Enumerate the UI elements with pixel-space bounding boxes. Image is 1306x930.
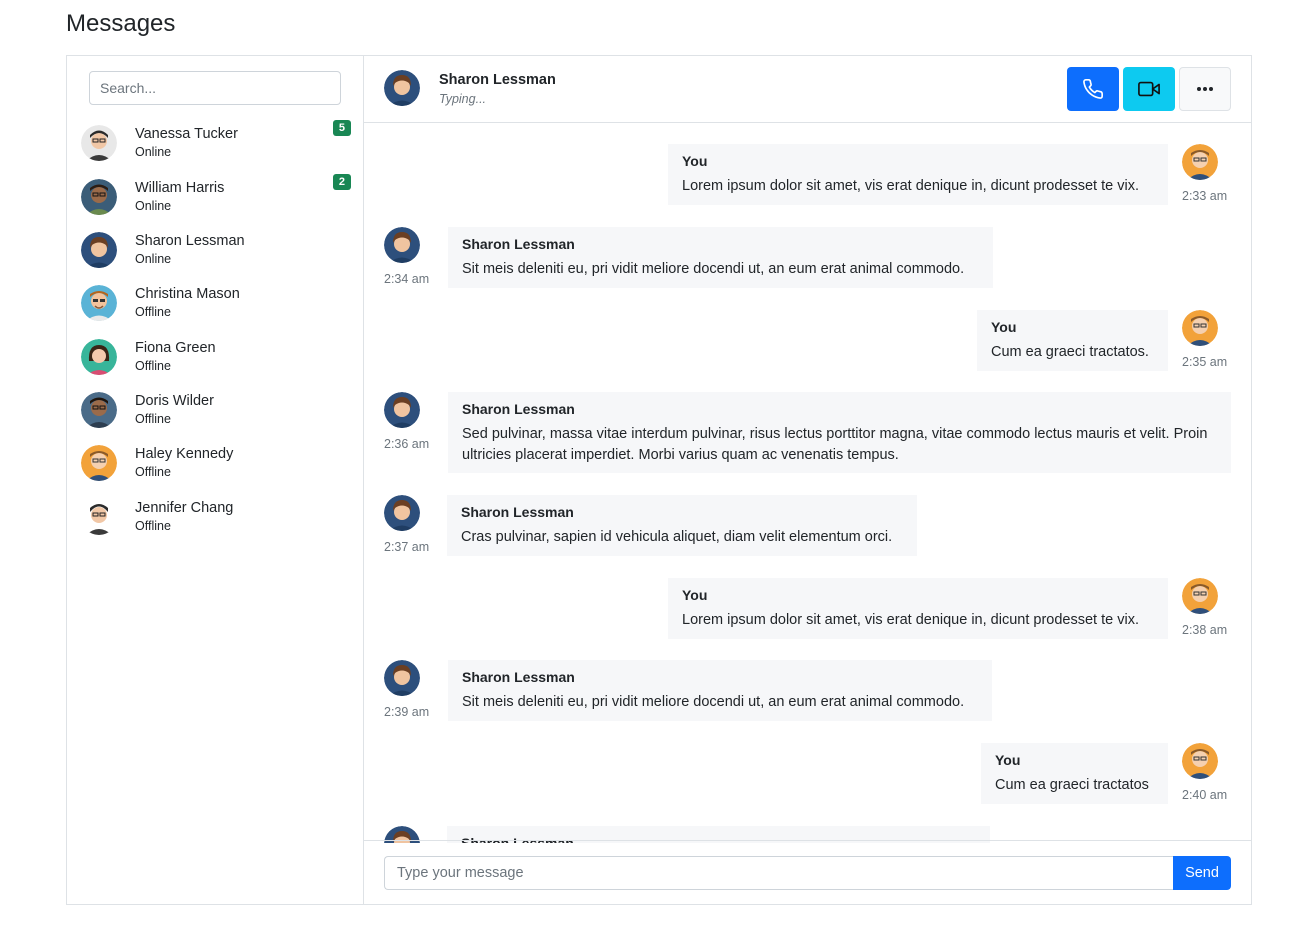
- message-bubble: Sharon Lessman Cras pulvinar, sapien id …: [447, 495, 917, 556]
- contact-name: William Harris: [135, 179, 225, 196]
- phone-icon: [1083, 79, 1103, 99]
- message-text: Lorem ipsum dolor sit amet, vis erat den…: [682, 612, 1139, 628]
- avatar: [81, 285, 117, 321]
- message-time: 2:35 am: [1182, 355, 1228, 369]
- avatar: [1182, 310, 1218, 346]
- message-time: 2:34 am: [384, 272, 430, 286]
- message-bubble: You Lorem ipsum dolor sit amet, vis erat…: [668, 144, 1168, 205]
- contact-status: Offline: [135, 519, 171, 534]
- message-text: Lorem ipsum dolor sit amet, vis erat den…: [682, 178, 1139, 194]
- contact-name: Fiona Green: [135, 339, 216, 356]
- message-bubble: You Cum ea graeci tractatos.: [977, 310, 1168, 371]
- contact-item-doris-wilder[interactable]: Doris Wilder Offline: [81, 385, 351, 435]
- chat-contact-name: Sharon Lessman: [439, 72, 556, 88]
- chat-panel: Sharon Lessman Typing... You Lorem ipsum…: [364, 56, 1251, 904]
- avatar: [81, 179, 117, 215]
- avatar: [384, 227, 420, 263]
- message-sender: You: [682, 153, 708, 169]
- message-text: Sit meis deleniti eu, pri vidit meliore …: [462, 261, 965, 277]
- call-button[interactable]: [1067, 67, 1119, 111]
- message-time: 2:38 am: [1182, 623, 1228, 637]
- message-input[interactable]: [384, 856, 1174, 890]
- unread-badge: 2: [332, 174, 351, 190]
- message-sender: You: [682, 587, 708, 603]
- contact-name: Vanessa Tucker: [135, 125, 238, 142]
- message-text: Cum ea graeci tractatos: [995, 777, 1149, 793]
- message-composer: Send: [364, 840, 1251, 904]
- contact-name: Sharon Lessman: [135, 232, 245, 249]
- message-sender: Sharon Lessman: [462, 236, 575, 252]
- contact-status: Online: [135, 199, 172, 214]
- message-text: Cras pulvinar, sapien id vehicula alique…: [461, 529, 893, 545]
- typing-indicator: Typing...: [439, 92, 487, 106]
- avatar: [81, 445, 117, 481]
- contact-item-william-harris[interactable]: William Harris Online 2: [81, 172, 351, 222]
- message-bubble: Sharon Lessman Sed pulvinar, massa vitae…: [448, 392, 1231, 473]
- video-call-button[interactable]: [1123, 67, 1175, 111]
- avatar: [384, 392, 420, 428]
- contact-item-fiona-green[interactable]: Fiona Green Offline: [81, 332, 351, 382]
- contact-name: Jennifer Chang: [135, 499, 234, 516]
- messenger-card: Vanessa Tucker Online 5 William Harris O…: [66, 55, 1252, 905]
- contact-status: Offline: [135, 412, 171, 427]
- message-sender: You: [991, 319, 1017, 335]
- contact-status: Offline: [135, 359, 171, 374]
- contacts-sidebar: Vanessa Tucker Online 5 William Harris O…: [67, 56, 364, 904]
- contact-item-vanessa-tucker[interactable]: Vanessa Tucker Online 5: [81, 118, 351, 168]
- message-text: Sit meis deleniti eu, pri vidit meliore …: [462, 694, 965, 710]
- contact-status: Offline: [135, 465, 171, 480]
- message-sender: Sharon Lessman: [461, 504, 574, 520]
- contact-name: Haley Kennedy: [135, 445, 234, 462]
- message-time: 2:39 am: [384, 705, 430, 719]
- video-camera-icon: [1138, 81, 1160, 97]
- avatar: [81, 125, 117, 161]
- message-sender: You: [995, 752, 1021, 768]
- contact-status: Online: [135, 252, 172, 267]
- page-title: Messages: [66, 10, 176, 37]
- message-time: 2:36 am: [384, 437, 430, 451]
- avatar: [1182, 144, 1218, 180]
- contact-name: Doris Wilder: [135, 392, 214, 409]
- contact-status: Online: [135, 145, 172, 160]
- avatar: [384, 495, 420, 531]
- message-text: Sed pulvinar, massa vitae interdum pulvi…: [462, 426, 1208, 463]
- message-text: Cum ea graeci tractatos.: [991, 344, 1149, 360]
- avatar: [81, 339, 117, 375]
- more-horizontal-icon: [1197, 87, 1213, 91]
- avatar: [81, 499, 117, 535]
- contact-item-christina-mason[interactable]: Christina Mason Offline: [81, 278, 351, 328]
- message-bubble: You Lorem ipsum dolor sit amet, vis erat…: [668, 578, 1168, 639]
- contact-item-sharon-lessman[interactable]: Sharon Lessman Online: [81, 225, 351, 275]
- message-time: 2:37 am: [384, 540, 430, 554]
- avatar: [1182, 743, 1218, 779]
- contact-name: Christina Mason: [135, 285, 240, 302]
- avatar: [1182, 578, 1218, 614]
- message-sender: Sharon Lessman: [462, 401, 575, 417]
- message-bubble: Sharon Lessman Sit meis deleniti eu, pri…: [448, 227, 993, 288]
- message-sender: Sharon Lessman: [462, 669, 575, 685]
- message-list: You Lorem ipsum dolor sit amet, vis erat…: [364, 123, 1251, 843]
- send-button[interactable]: Send: [1173, 856, 1231, 890]
- avatar: [384, 660, 420, 696]
- unread-badge: 5: [332, 120, 351, 136]
- message-time: 2:33 am: [1182, 189, 1228, 203]
- avatar: [384, 70, 420, 106]
- search-input[interactable]: [89, 71, 341, 105]
- contact-item-haley-kennedy[interactable]: Haley Kennedy Offline: [81, 438, 351, 488]
- avatar: [81, 232, 117, 268]
- more-options-button[interactable]: [1179, 67, 1231, 111]
- contact-item-jennifer-chang[interactable]: Jennifer Chang Offline: [81, 492, 351, 542]
- avatar: [81, 392, 117, 428]
- message-bubble: You Cum ea graeci tractatos: [981, 743, 1168, 804]
- message-bubble: Sharon Lessman Sit meis deleniti eu, pri…: [448, 660, 992, 721]
- message-time: 2:40 am: [1182, 788, 1228, 802]
- chat-header: Sharon Lessman Typing...: [364, 56, 1251, 123]
- contact-status: Offline: [135, 305, 171, 320]
